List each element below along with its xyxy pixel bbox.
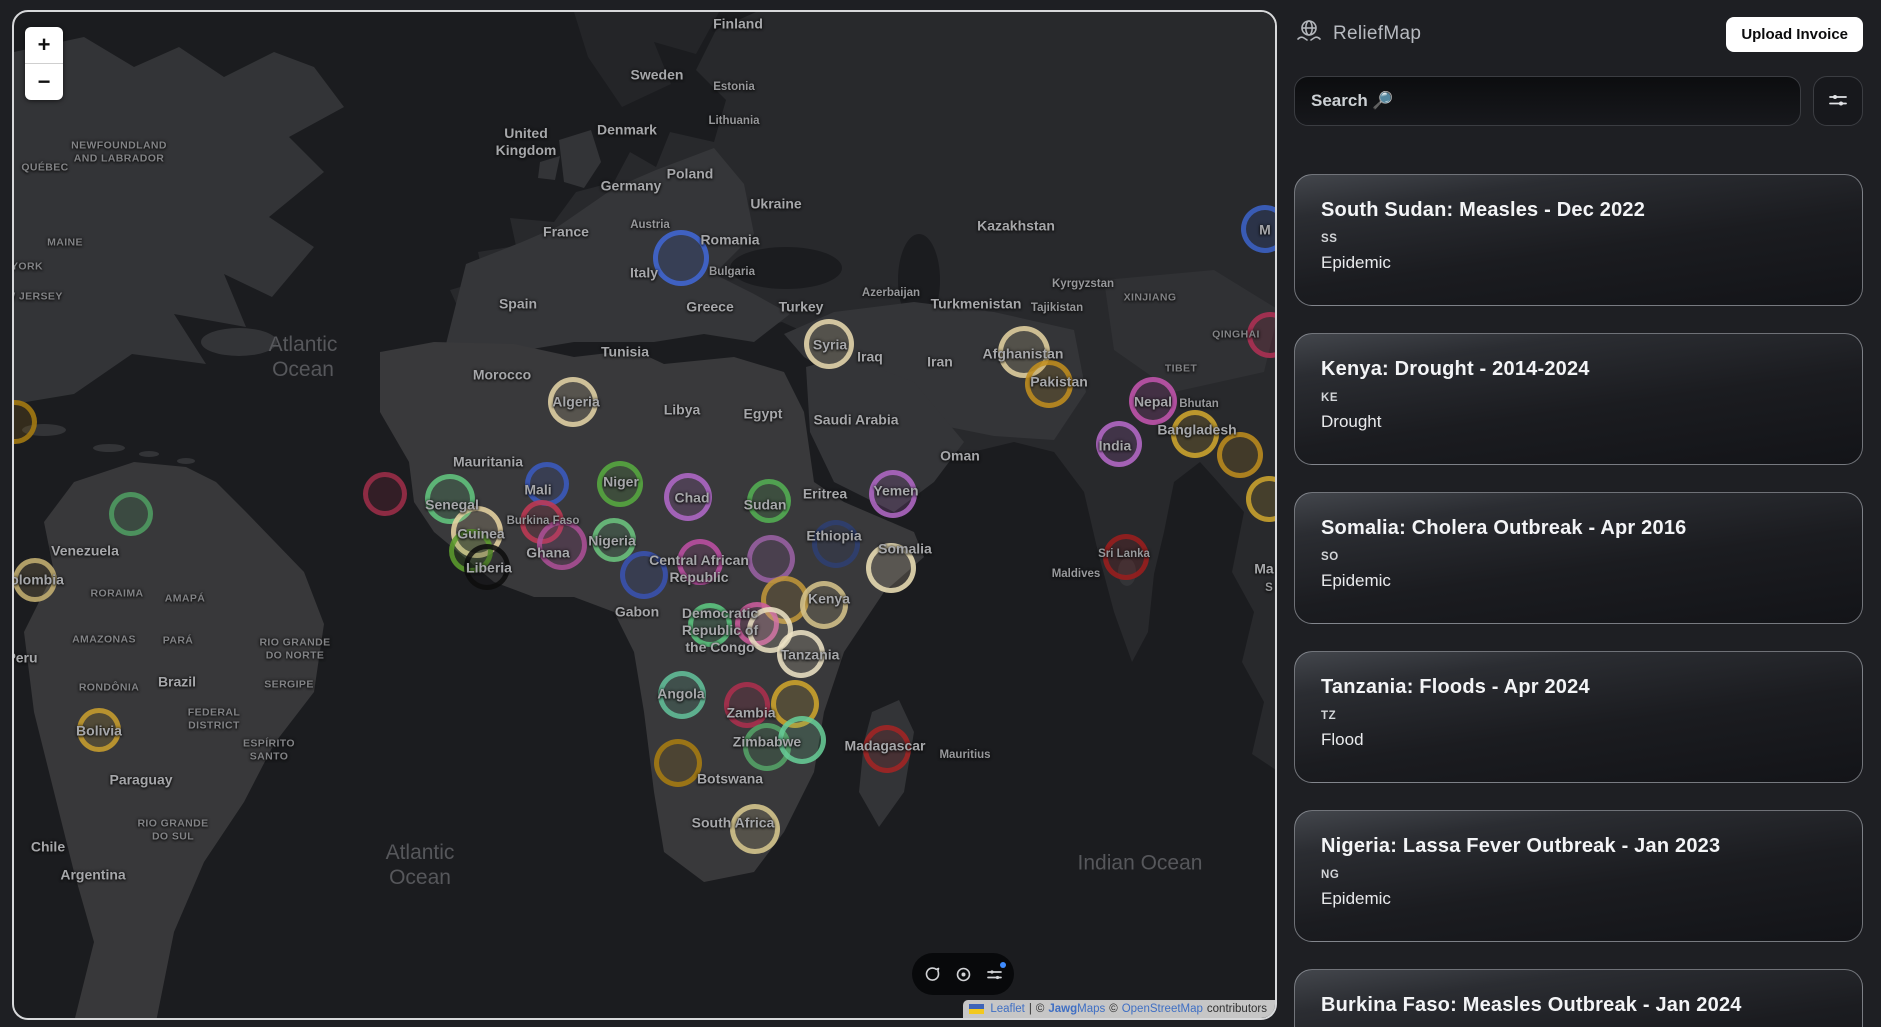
event-country-code: KE	[1321, 392, 1836, 404]
event-marker[interactable]	[777, 630, 825, 678]
notification-dot	[1000, 962, 1006, 968]
event-country-code: TZ	[1321, 710, 1836, 722]
event-type: Drought	[1321, 412, 1836, 432]
event-marker[interactable]	[664, 473, 712, 521]
event-marker[interactable]	[804, 319, 854, 369]
event-title: Somalia: Cholera Outbreak - Apr 2016	[1321, 517, 1836, 540]
app-root: AtlanticOceanAtlanticOceanIndian OceanQU…	[0, 0, 1881, 1027]
copyright-symbol: ©	[1036, 1003, 1044, 1015]
event-marker[interactable]	[77, 708, 121, 752]
event-country-code: SS	[1321, 233, 1836, 245]
event-list: South Sudan: Measles - Dec 2022 SS Epidemi…	[1294, 174, 1863, 1027]
event-title: South Sudan: Measles - Dec 2022	[1321, 199, 1836, 222]
event-type: Flood	[1321, 730, 1836, 750]
event-marker[interactable]	[778, 716, 826, 764]
event-marker[interactable]	[1171, 410, 1219, 458]
event-marker[interactable]	[537, 520, 587, 570]
brand: ReliefMap	[1294, 17, 1421, 52]
map-attribution: Leaflet | © JawgMaps © OpenStreetMap con…	[963, 1000, 1275, 1018]
event-marker[interactable]	[1129, 377, 1177, 425]
event-marker[interactable]	[525, 462, 569, 506]
event-marker[interactable]	[597, 461, 643, 507]
event-type: Epidemic	[1321, 253, 1836, 273]
event-marker[interactable]	[688, 603, 732, 647]
event-marker[interactable]	[363, 472, 407, 516]
copyright-symbol: ©	[1109, 1003, 1117, 1015]
event-marker[interactable]	[812, 520, 860, 568]
event-title: Tanzania: Floods - Apr 2024	[1321, 676, 1836, 699]
globe-hands-icon	[1294, 17, 1324, 52]
event-card[interactable]: Burkina Faso: Measles Outbreak - Jan 202…	[1294, 969, 1863, 1027]
upload-invoice-button[interactable]: Upload Invoice	[1726, 17, 1863, 52]
search-input[interactable]	[1294, 76, 1801, 126]
event-card[interactable]: Nigeria: Lassa Fever Outbreak - Jan 2023…	[1294, 810, 1863, 942]
search-row	[1294, 76, 1863, 126]
event-card[interactable]: South Sudan: Measles - Dec 2022 SS Epidemi…	[1294, 174, 1863, 306]
map-zoom-control: + −	[25, 27, 63, 100]
event-marker[interactable]	[658, 671, 706, 719]
osm-link[interactable]: OpenStreetMap	[1122, 1003, 1203, 1015]
event-title: Burkina Faso: Measles Outbreak - Jan 202…	[1321, 994, 1836, 1017]
event-marker[interactable]	[747, 479, 791, 523]
event-marker[interactable]	[869, 470, 917, 518]
event-title: Nigeria: Lassa Fever Outbreak - Jan 2023	[1321, 835, 1836, 858]
event-type: Epidemic	[1321, 571, 1836, 591]
event-marker[interactable]	[548, 377, 598, 427]
map-panel[interactable]: AtlanticOceanAtlanticOceanIndian OceanQU…	[12, 10, 1277, 1020]
comment-icon[interactable]	[923, 965, 941, 983]
zoom-in-button[interactable]: +	[25, 27, 63, 63]
event-marker[interactable]	[866, 543, 916, 593]
filter-button[interactable]	[1813, 76, 1863, 126]
event-card[interactable]: Somalia: Cholera Outbreak - Apr 2016 SO Ep…	[1294, 492, 1863, 624]
world-landmass	[14, 12, 1277, 1020]
sliders-icon[interactable]	[985, 965, 1003, 983]
map-toolbar	[912, 953, 1014, 995]
event-marker[interactable]	[724, 682, 770, 728]
event-marker[interactable]	[730, 804, 780, 854]
event-marker[interactable]	[1217, 432, 1263, 478]
zoom-out-button[interactable]: −	[25, 64, 63, 100]
attribution-suffix: contributors	[1207, 1003, 1267, 1015]
attribution-divider: |	[1029, 1003, 1032, 1015]
event-type: Epidemic	[1321, 889, 1836, 909]
event-card[interactable]: Tanzania: Floods - Apr 2024 TZ Flood	[1294, 651, 1863, 783]
event-marker[interactable]	[654, 739, 702, 787]
event-title: Kenya: Drought - 2014-2024	[1321, 358, 1836, 381]
sliders-icon	[1827, 89, 1849, 114]
eye-icon[interactable]	[954, 965, 972, 983]
event-country-code: NG	[1321, 869, 1836, 881]
event-marker[interactable]	[653, 230, 709, 286]
event-marker[interactable]	[1103, 534, 1149, 580]
event-marker[interactable]	[13, 558, 57, 602]
event-marker[interactable]	[464, 544, 510, 590]
event-country-code: SO	[1321, 551, 1836, 563]
sidebar-header: ReliefMap Upload Invoice	[1294, 12, 1863, 56]
leaflet-link[interactable]: Leaflet	[990, 1003, 1025, 1015]
jawg-link[interactable]: JawgMaps	[1048, 1003, 1105, 1015]
event-marker[interactable]	[800, 581, 848, 629]
sidebar: ReliefMap Upload Invoice South Sudan: Me…	[1277, 0, 1881, 1027]
event-marker[interactable]	[677, 539, 723, 585]
event-marker[interactable]	[109, 492, 153, 536]
ukraine-flag-icon	[969, 1004, 984, 1014]
event-card[interactable]: Kenya: Drought - 2014-2024 KE Drought	[1294, 333, 1863, 465]
event-marker[interactable]	[620, 551, 668, 599]
event-marker[interactable]	[1096, 421, 1142, 467]
event-marker[interactable]	[1025, 360, 1073, 408]
brand-name: ReliefMap	[1333, 23, 1421, 45]
event-marker[interactable]	[863, 725, 911, 773]
